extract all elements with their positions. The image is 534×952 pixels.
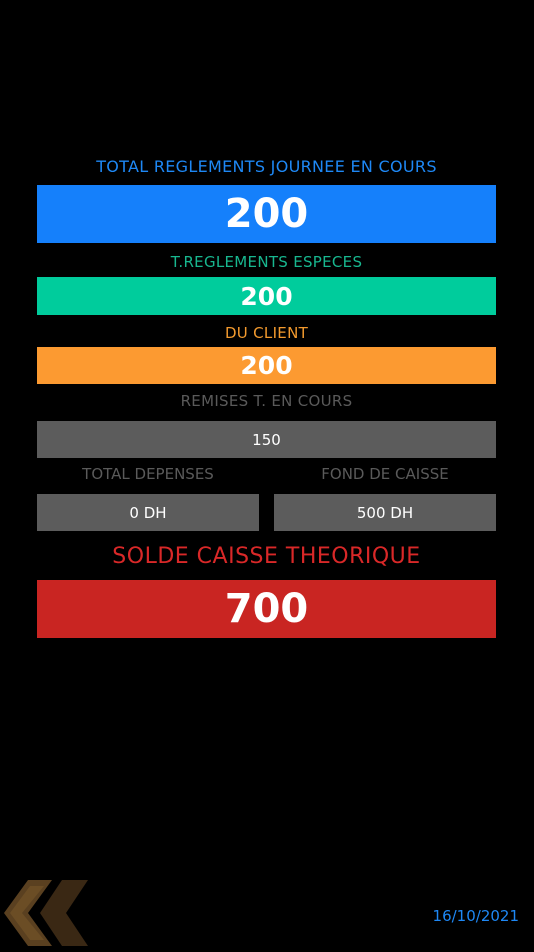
total-reglements-value-box: 200 <box>37 185 496 243</box>
current-date: 16/10/2021 <box>432 907 519 925</box>
total-reglements-value: 200 <box>224 191 309 237</box>
total-depenses-value: 0 DH <box>129 503 167 522</box>
reglements-especes-label: T.REGLEMENTS ESPECES <box>170 253 363 271</box>
remises-value-box: 150 <box>37 421 496 458</box>
reglements-especes-value-box: 200 <box>37 277 496 315</box>
fond-de-caisse-value: 500 DH <box>356 503 414 522</box>
total-depenses-label: TOTAL DEPENSES <box>82 465 214 483</box>
remises-value: 150 <box>252 430 281 449</box>
reglements-especes-value: 200 <box>240 281 293 311</box>
du-client-value-box: 200 <box>37 347 496 384</box>
remises-label: REMISES T. EN COURS <box>180 392 353 410</box>
back-button[interactable] <box>4 878 92 948</box>
fond-de-caisse-value-box: 500 DH <box>274 494 496 531</box>
solde-caisse-value: 700 <box>224 586 309 632</box>
du-client-value: 200 <box>240 351 293 380</box>
solde-caisse-value-box: 700 <box>37 580 496 638</box>
solde-caisse-label: SOLDE CAISSE THEORIQUE <box>112 544 421 569</box>
total-reglements-label: TOTAL REGLEMENTS JOURNEE EN COURS <box>96 157 437 176</box>
du-client-label: DU CLIENT <box>224 324 309 342</box>
total-depenses-value-box: 0 DH <box>37 494 259 531</box>
fond-de-caisse-label: FOND DE CAISSE <box>321 465 449 483</box>
double-chevron-left-icon <box>4 880 88 946</box>
